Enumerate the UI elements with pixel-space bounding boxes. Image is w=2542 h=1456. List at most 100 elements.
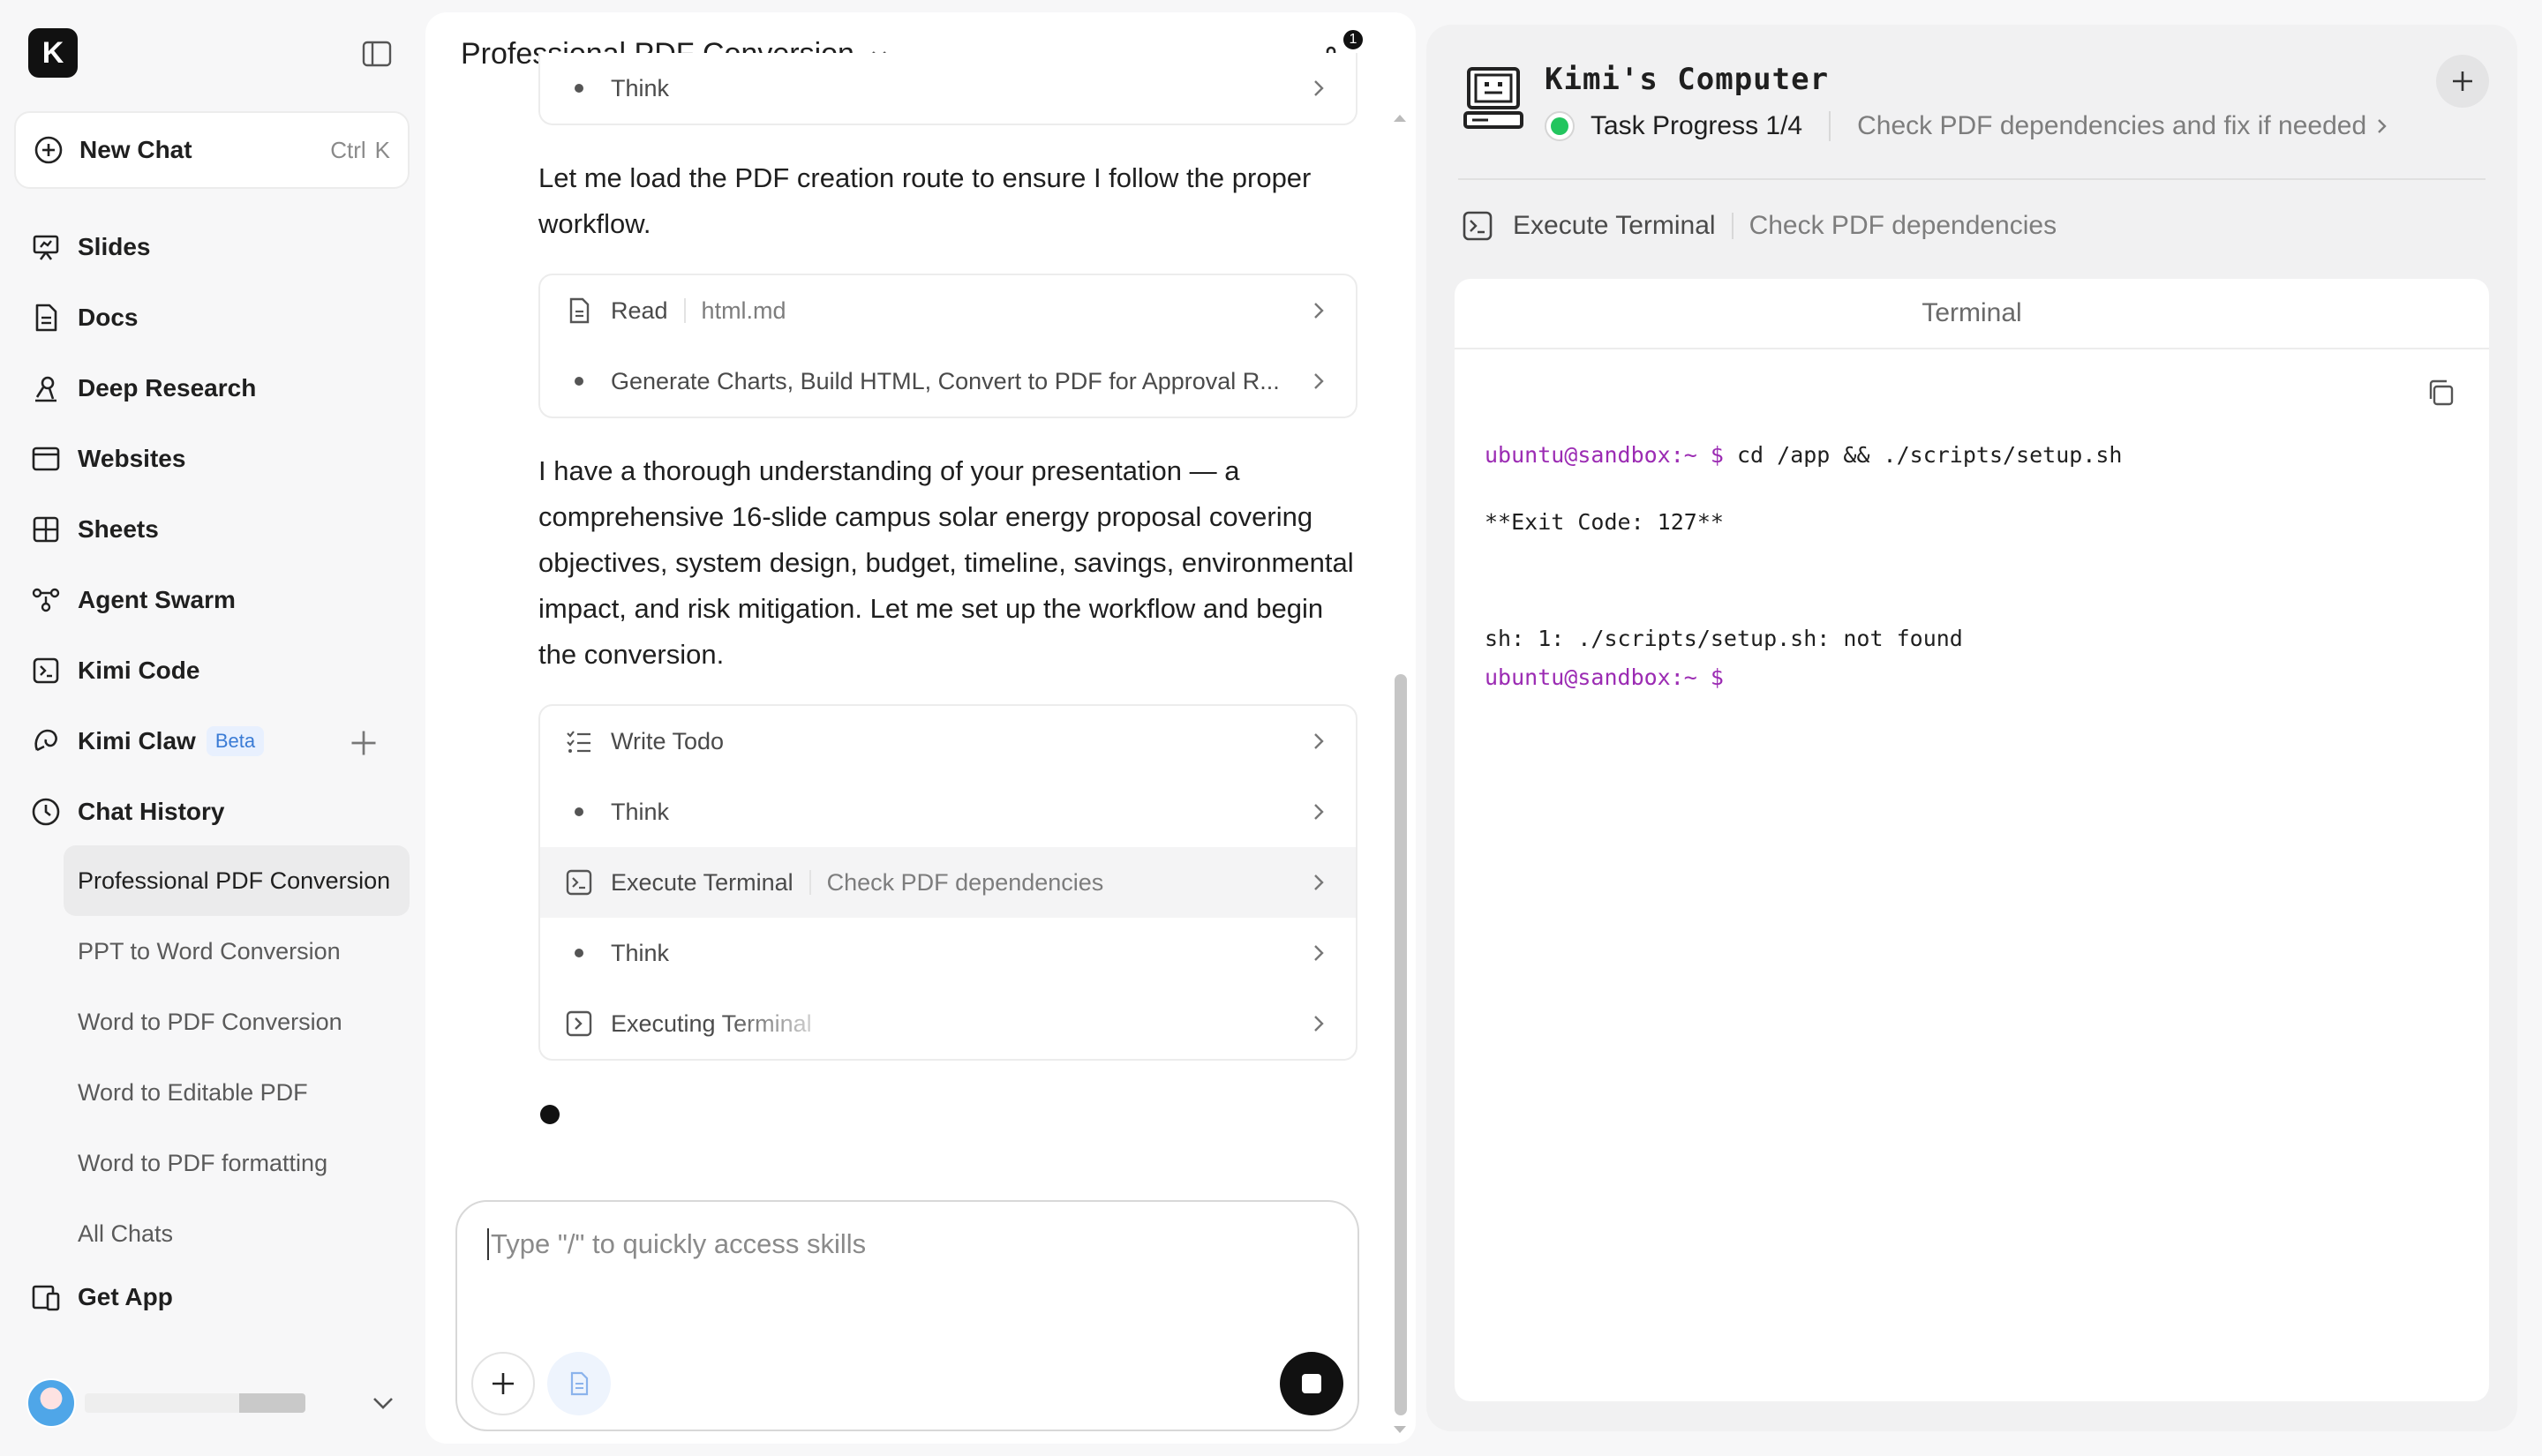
tool-row-think[interactable]: Think [540,777,1356,847]
kimi-logo[interactable]: K [28,28,78,78]
chat-history-list: Professional PDF Conversion PPT to Word … [64,845,410,1269]
panel-add-button[interactable] [2436,55,2489,108]
sidebar-item-deep-research[interactable]: Deep Research [18,353,410,424]
tool-label: Execute Terminal [1513,211,1716,240]
tool-row-executing-terminal[interactable]: Executing Terminal [540,988,1356,1059]
new-chat-button[interactable]: New Chat Ctrl K [14,111,410,189]
terminal-icon [1463,211,1493,241]
sidebar-nav: Slides Docs Deep Research Websites Sheet… [18,212,410,847]
terminal-header: Terminal [1455,279,2489,349]
plus-icon[interactable] [348,727,380,759]
code-icon [33,657,59,684]
stop-generation-button[interactable] [1280,1352,1343,1415]
chevron-right-icon [1314,874,1324,890]
chevron-down-icon[interactable] [369,1389,397,1417]
tool-row-label: Execute Terminal [611,868,793,896]
scrollbar-thumb[interactable] [1395,674,1407,1415]
computer-panel: Kimi's Computer Task Progress 1/4 Check … [1426,25,2517,1431]
composer-input[interactable]: Type "/" to quickly access skills [487,1228,866,1260]
slides-icon [33,235,59,260]
sidebar-item-kimi-code[interactable]: Kimi Code [18,635,410,706]
current-tool: Execute Terminal Check PDF dependencies [1462,210,2057,242]
add-attachment-button[interactable] [471,1352,535,1415]
scroll-up-arrow-icon[interactable] [1391,109,1409,127]
tool-row-label: Read [611,296,668,324]
tool-row-execute-terminal[interactable]: Execute Terminal Check PDF dependencies [540,847,1356,918]
sidebar-item-label: Agent Swarm [78,586,236,613]
all-chats-link[interactable]: All Chats [64,1198,410,1269]
tool-card: Think [538,53,1357,125]
dot-icon [565,939,593,967]
dot-icon [565,74,593,102]
task-progress[interactable]: Task Progress 1/4 Check PDF dependencies… [1545,111,2393,141]
chevron-right-icon [1314,804,1324,820]
terminal-line: **Exit Code: 127** [1485,509,1724,535]
history-item[interactable]: PPT to Word Conversion [64,916,410,987]
sidebar-item-label: Sheets [78,515,159,543]
get-app-label: Get App [78,1283,173,1310]
sidebar-item-docs[interactable]: Docs [18,282,410,353]
tool-row-think[interactable]: Think [540,53,1356,124]
typing-indicator [540,1105,560,1124]
divider [1829,111,1831,141]
tool-row-write-todo[interactable]: Write Todo [540,706,1356,777]
dot-icon [565,367,593,395]
message-composer[interactable]: Type "/" to quickly access skills [455,1200,1359,1431]
sidebar-item-sheets[interactable]: Sheets [18,494,410,565]
tool-row-label: Think [611,939,670,966]
sidebar-item-chat-history[interactable]: Chat History [18,777,410,847]
chevron-right-icon [1314,373,1324,389]
tool-row-label: Executing Terminal [611,1009,812,1037]
dot-icon [565,798,593,826]
history-item[interactable]: Word to Editable PDF [64,1057,410,1128]
sidebar-item-websites[interactable]: Websites [18,424,410,494]
history-item[interactable]: Professional PDF Conversion [64,845,410,916]
sidebar-item-slides[interactable]: Slides [18,212,410,282]
research-icon [35,376,56,402]
terminal-line: sh: 1: ./scripts/setup.sh: not found [1485,626,1963,651]
plus-circle-icon [34,136,63,164]
chevron-right-icon [2378,119,2387,133]
tool-row-detail: html.md [683,298,786,323]
scroll-down-arrow-icon[interactable] [1391,1421,1409,1438]
shortcut-k: K [374,136,390,163]
chevron-right-icon [1314,945,1324,961]
copy-icon[interactable] [2425,378,2456,408]
sidebar-toggle-icon[interactable] [362,41,392,67]
task-progress-label: Task Progress 1/4 [1591,111,1803,140]
new-chat-label: New Chat [79,136,192,163]
swarm-icon [32,588,60,612]
sidebar-item-label: Chat History [78,798,225,825]
status-dot-icon [1545,111,1575,141]
document-skill-button[interactable] [547,1352,611,1415]
checklist-icon [565,727,593,755]
stop-icon [1302,1374,1321,1393]
terminal-line: ubuntu@sandbox:~ $ cd /app && ./scripts/… [1485,436,2122,475]
logo-letter: K [41,35,64,70]
terminal-prompt: ubuntu@sandbox:~ $ [1485,664,1724,690]
chat-area: Professional PDF Conversion 1 Think Let … [425,12,1416,1444]
get-app-button[interactable]: Get App [30,1281,173,1313]
clock-icon [32,798,60,826]
tool-row-label: Think [611,798,670,825]
shortcut-ctrl: Ctrl [330,136,366,163]
sidebar-item-kimi-claw[interactable]: Kimi Claw Beta [18,706,410,777]
sidebar-item-label: Slides [78,233,151,260]
doc-icon [570,1371,589,1396]
user-profile[interactable] [26,1377,397,1430]
sidebar-item-agent-swarm[interactable]: Agent Swarm [18,565,410,635]
chevron-right-icon [1314,733,1324,749]
chevron-right-icon [1314,303,1324,319]
assistant-message: I have a thorough understanding of your … [538,455,1354,670]
tool-row-plan[interactable]: Generate Charts, Build HTML, Convert to … [540,346,1356,417]
terminal-prompt: ubuntu@sandbox:~ $ [1485,442,1724,468]
tool-row-think[interactable]: Think [540,918,1356,988]
sidebar-item-label: Docs [78,304,139,331]
history-item[interactable]: Word to PDF Conversion [64,987,410,1057]
terminal-command: cd /app && ./scripts/setup.sh [1723,442,2123,468]
plus-icon [2453,71,2472,91]
history-item[interactable]: Word to PDF formatting [64,1128,410,1198]
doc-icon [565,296,593,325]
tool-row-read[interactable]: Read html.md [540,275,1356,346]
attachment-count-badge: 1 [1342,28,1365,51]
